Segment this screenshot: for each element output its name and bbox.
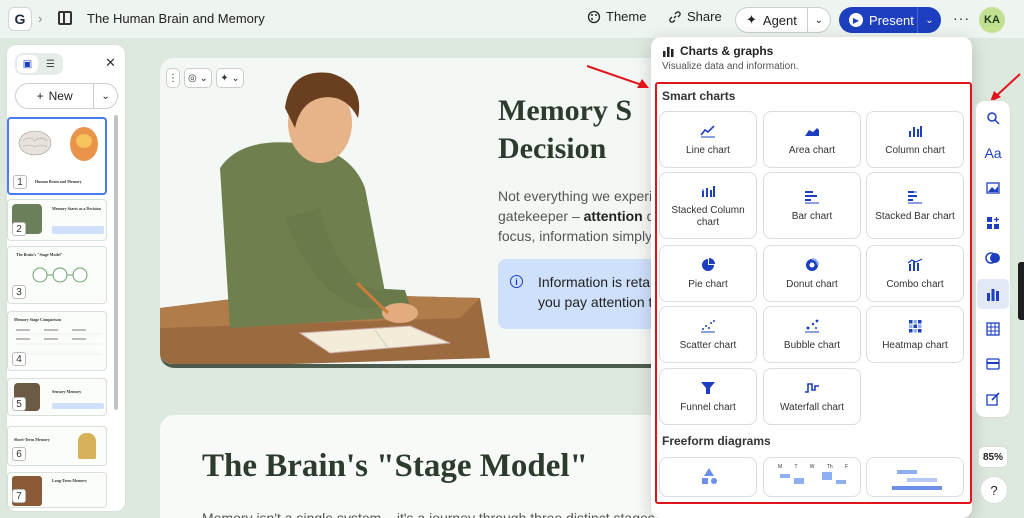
share-button[interactable]: Share: [668, 9, 722, 24]
new-dropdown-chevron-icon[interactable]: ⌄: [93, 84, 117, 108]
slide-5-callout: [52, 403, 104, 409]
student-illustration: [160, 58, 490, 364]
agent-dropdown-chevron-icon[interactable]: ⌄: [806, 8, 830, 32]
lamp-thumbnail-image: [78, 433, 96, 459]
slide-2-heading[interactable]: The Brain's "Stage Model": [202, 448, 588, 485]
slide-thumbnail-4[interactable]: Memory Stage Comparison 4: [7, 311, 107, 371]
close-sidebar-icon[interactable]: ✕: [105, 55, 116, 71]
slide-number-2: 2: [12, 222, 26, 236]
slide-3-title: The Brain's "Stage Model": [16, 252, 63, 257]
share-label: Share: [687, 9, 722, 24]
slide-style-icon[interactable]: ◎ ⌄: [184, 68, 212, 88]
slide-number-3: 3: [12, 285, 26, 299]
list-view-icon[interactable]: ☰: [40, 55, 61, 73]
link-icon: [669, 10, 681, 23]
agent-button[interactable]: ✦ Agent ⌄: [735, 7, 831, 33]
table-icon[interactable]: [981, 317, 1005, 341]
breadcrumb-separator: ›: [38, 11, 43, 26]
search-icon[interactable]: [981, 106, 1005, 130]
slide-4-title: Memory Stage Comparison: [14, 317, 62, 322]
info-callout-text: Information is retai you pay attention t: [538, 274, 654, 310]
slide-ai-icon[interactable]: ✦ ⌄: [216, 68, 244, 88]
slide-2-callout: [52, 226, 104, 234]
edit-icon[interactable]: [981, 387, 1005, 411]
slide-1-title: Human Brain and Memory: [35, 179, 82, 184]
more-options-icon[interactable]: ···: [953, 10, 970, 26]
slide-number-7: 7: [12, 489, 26, 503]
slide-thumbnail-6[interactable]: Short-Term Memory 6: [7, 426, 107, 466]
slide-number-1: 1: [13, 175, 27, 189]
bar-chart-icon: [663, 47, 674, 57]
text-tool-icon[interactable]: Aa: [981, 141, 1005, 165]
view-toggle: ▣ ☰: [15, 53, 63, 75]
card-icon[interactable]: [981, 352, 1005, 376]
popup-subtitle: Visualize data and information.: [662, 61, 799, 72]
slide-thumbnail-7[interactable]: Long-Term Memory 7: [7, 472, 107, 508]
slide-toolbar: ⋮ ◎ ⌄ ✦ ⌄: [166, 68, 244, 88]
play-icon: ▶: [849, 13, 863, 27]
charts-tool-icon[interactable]: [977, 279, 1009, 309]
sparkle-icon: ✦: [746, 12, 757, 27]
image-icon[interactable]: [981, 176, 1005, 200]
slide-1-paragraph[interactable]: Not everything we experie gatekeeper – a…: [498, 186, 668, 246]
theme-label: Theme: [606, 9, 647, 24]
info-callout[interactable]: i Information is retai you pay attention…: [498, 259, 668, 329]
agent-label: Agent: [762, 12, 797, 28]
add-block-icon[interactable]: [981, 211, 1005, 235]
palette-icon: [587, 10, 601, 23]
present-dropdown-chevron-icon[interactable]: ⌄: [917, 7, 941, 33]
window-edge-tab: [1018, 262, 1024, 320]
para-bold-word: attention: [583, 208, 643, 224]
slide-6-title: Short-Term Memory: [14, 437, 50, 442]
present-button[interactable]: ▶ Present ⌄: [839, 7, 941, 33]
plus-icon: +: [36, 89, 44, 103]
slide-thumbnail-1[interactable]: Human Brain and Memory 1: [7, 117, 107, 195]
slide-number-6: 6: [12, 447, 26, 461]
slide-7-title: Long-Term Memory: [52, 478, 88, 483]
comparison-table-thumbnail: [14, 329, 102, 355]
brain-thumbnail-image: [18, 127, 98, 161]
zoom-level[interactable]: 85%: [978, 446, 1008, 468]
slide-2-title: Memory Starts as a Decision: [52, 206, 101, 211]
para-line-2-start: gatekeeper –: [498, 208, 584, 224]
document-title[interactable]: The Human Brain and Memory: [87, 11, 265, 26]
red-arrow-left: [586, 65, 649, 88]
slide-thumbnail-3[interactable]: The Brain's "Stage Model" 3: [7, 246, 107, 304]
user-avatar[interactable]: KA: [979, 7, 1005, 33]
stage-circles-thumbnail: [32, 267, 88, 283]
slide-number-4: 4: [12, 352, 26, 366]
drag-handle-icon[interactable]: ⋮: [166, 68, 180, 88]
panel-toggle-icon[interactable]: [58, 11, 72, 25]
slide-number-5: 5: [12, 397, 26, 411]
present-label: Present: [869, 12, 914, 28]
popup-title: Charts & graphs: [662, 44, 773, 58]
slide-5-title: Sensory Memory: [52, 389, 82, 394]
app-logo[interactable]: G: [8, 7, 32, 31]
theme-button[interactable]: Theme: [587, 9, 646, 24]
toggle-icon[interactable]: [981, 246, 1005, 270]
help-button[interactable]: ?: [980, 476, 1008, 504]
slide-thumbnail-2[interactable]: Memory Starts as a Decision 2: [7, 199, 107, 241]
info-icon: i: [510, 275, 523, 288]
popup-title-text: Charts & graphs: [680, 44, 774, 58]
para-line-3: focus, information simply: [498, 228, 653, 244]
new-slide-button[interactable]: + New ⌄: [15, 83, 118, 109]
grid-view-icon[interactable]: ▣: [17, 55, 38, 73]
slide-thumbnail-5[interactable]: Sensory Memory 5: [7, 378, 107, 416]
para-line-1: Not everything we experie: [498, 188, 660, 204]
sidebar-scrollbar[interactable]: [114, 115, 118, 410]
smart-charts-highlight-box: [655, 82, 972, 504]
new-label: New: [48, 89, 73, 103]
